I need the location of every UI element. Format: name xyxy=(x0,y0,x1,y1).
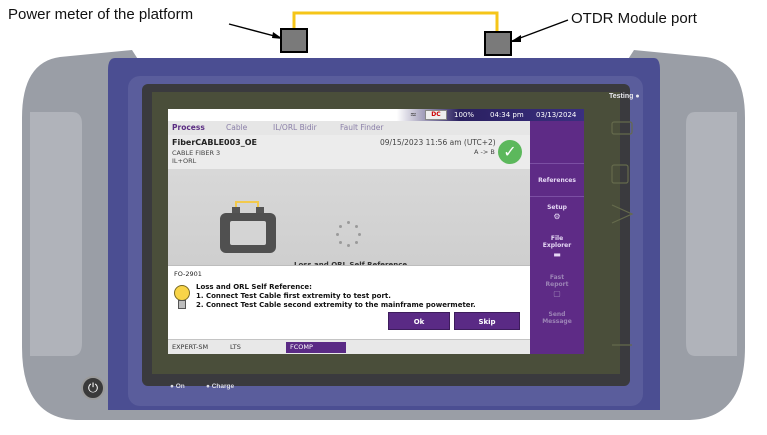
check-icon: ✓ xyxy=(498,140,522,164)
tab-fault-finder[interactable]: Fault Finder xyxy=(340,123,383,133)
file-name: FiberCABLE003_OE xyxy=(172,138,257,147)
led-on-text: On xyxy=(175,383,185,390)
clock-time: 04:34 pm xyxy=(490,111,524,119)
dialog-title: Loss and ORL Self Reference: xyxy=(196,283,312,291)
send-message-label-1: Send xyxy=(548,311,566,318)
tab-bar: Process Cable IL/ORL Bidir Fault Finder … xyxy=(168,121,530,147)
tab-il-orl-bidir[interactable]: IL/ORL Bidir xyxy=(273,123,317,133)
otdr-module-port xyxy=(484,31,512,56)
setup-button[interactable]: Setup ⚙ xyxy=(530,198,584,228)
measurement-type: IL+ORL xyxy=(172,157,197,165)
dialog-step-1: 1. Connect Test Cable first extremity to… xyxy=(196,292,391,300)
file-explorer-button[interactable]: File Explorer ▬ xyxy=(530,229,584,267)
test-illustration-area: Loss and ORL Self Reference xyxy=(168,169,530,279)
led-on-indicator: ● On xyxy=(170,383,185,390)
led-charge-indicator: ● Charge xyxy=(206,383,235,390)
send-message-button[interactable]: Send Message xyxy=(530,305,584,335)
gear-icon: ⚙ xyxy=(553,212,561,221)
file-explorer-label-2: Explorer xyxy=(542,242,572,249)
footer-bar: EXPERT-SM LTS FCOMP xyxy=(168,339,530,354)
testing-status-label: Testing ● xyxy=(609,93,640,100)
test-date: 09/15/2023 11:56 am (UTC+2) xyxy=(380,138,496,147)
ok-button[interactable]: Ok xyxy=(388,312,450,330)
mainframe-illustration xyxy=(220,213,276,253)
references-button[interactable]: References xyxy=(530,163,584,197)
power-icon: ⏻ xyxy=(87,380,99,395)
lightbulb-icon xyxy=(174,285,190,311)
fast-report-label-2: Report xyxy=(545,281,569,288)
send-message-label-2: Message xyxy=(542,318,572,325)
direction: A -> B xyxy=(474,148,495,156)
testing-status-text: Testing xyxy=(609,93,634,100)
status-bar: ≈ DC 100% 04:34 pm 03/13/2024 xyxy=(168,109,584,121)
instruction-dialog: FO-2901 Loss and ORL Self Reference: 1. … xyxy=(168,265,530,339)
lts-indicator[interactable]: LTS xyxy=(230,342,241,353)
mainframe-screen xyxy=(230,221,266,245)
fast-report-label-1: Fast xyxy=(549,274,565,281)
dialog-code: FO-2901 xyxy=(174,270,202,278)
wifi-icon: ≈ xyxy=(410,110,417,119)
tab-cable[interactable]: Cable xyxy=(226,123,247,133)
power-button[interactable]: ⏻ xyxy=(81,376,105,400)
fcomp-indicator[interactable]: FCOMP xyxy=(286,342,346,353)
right-sidebar: References Setup ⚙ File Explorer ▬ Fast … xyxy=(530,121,584,354)
tab-process[interactable]: Process xyxy=(172,123,205,133)
brand-logo-icon: DC xyxy=(425,110,447,120)
expert-sm-indicator[interactable]: EXPERT-SM xyxy=(172,342,208,353)
fast-report-button[interactable]: Fast Report ▢ xyxy=(530,268,584,302)
setup-label: Setup xyxy=(547,204,567,211)
dialog-step-2: 2. Connect Test Cable second extremity t… xyxy=(196,301,476,309)
test-info-panel: FiberCABLE003_OE CABLE FIBER 3 IL+ORL 09… xyxy=(168,135,530,169)
loading-spinner-icon xyxy=(336,221,362,247)
device-lcd-screen: ≈ DC 100% 04:34 pm 03/13/2024 Process Ca… xyxy=(168,109,584,354)
clock-date: 03/13/2024 xyxy=(536,111,577,119)
references-label: References xyxy=(538,177,576,184)
skip-button[interactable]: Skip xyxy=(454,312,520,330)
cable-id: CABLE FIBER 3 xyxy=(172,149,221,157)
battery-level: 100% xyxy=(454,111,475,119)
led-charge-text: Charge xyxy=(211,383,235,390)
power-meter-port xyxy=(280,28,308,53)
report-icon: ▢ xyxy=(553,289,561,298)
folder-icon: ▬ xyxy=(553,250,561,259)
file-explorer-label-1: File xyxy=(550,235,564,242)
screenshot-stage: Power meter of the platform OTDR Module … xyxy=(0,0,767,435)
